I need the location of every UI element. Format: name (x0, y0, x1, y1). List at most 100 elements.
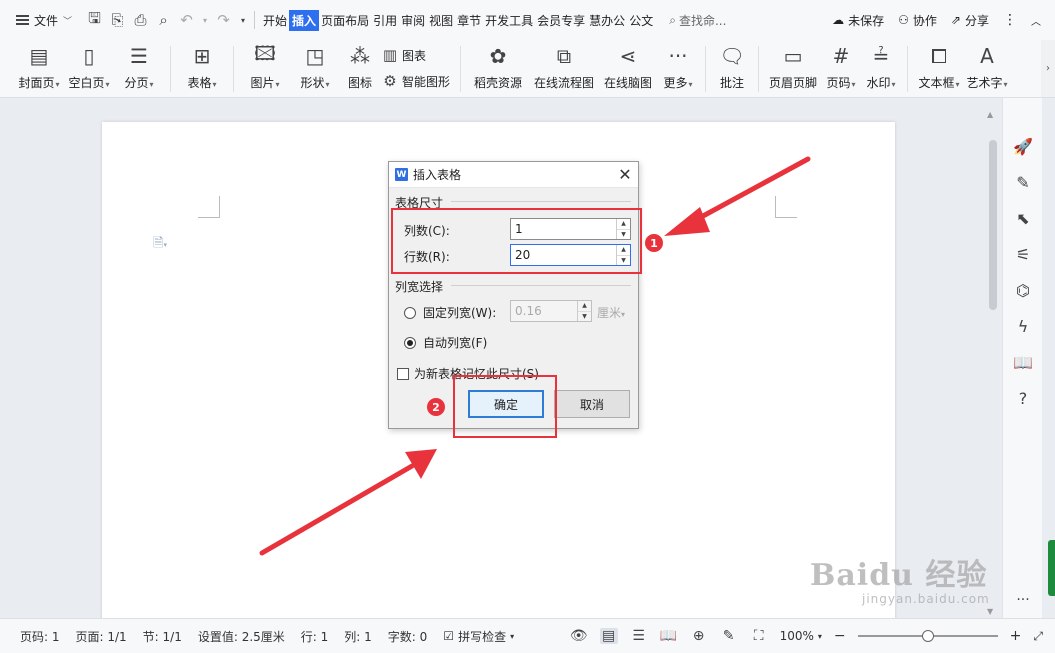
eye-icon[interactable]: 👁 (570, 628, 588, 644)
status-page[interactable]: 页码: 1 (20, 628, 60, 645)
resources-button[interactable]: ✿ 稻壳资源 (469, 40, 527, 91)
spin-up-icon[interactable]: ▲ (578, 301, 591, 311)
tab-official-doc[interactable]: 公文 (627, 10, 655, 31)
comment-button[interactable]: 🗨 批注 (714, 40, 750, 91)
paragraph-options-icon[interactable]: 🗎▾ (153, 234, 167, 256)
flowchart-button[interactable]: ⧉ 在线流程图 (531, 40, 597, 91)
dropdown-caret-icon: ▾ (510, 631, 515, 641)
picture-button[interactable]: 🖾 图片▾ (242, 40, 288, 91)
width-unit-select[interactable]: 厘米▾ (597, 304, 625, 321)
vertical-scrollbar[interactable]: ▲ ▼ (984, 108, 1002, 618)
tab-developer[interactable]: 开发工具 (483, 10, 535, 31)
zoom-in-icon[interactable]: + (1010, 628, 1022, 644)
header-footer-button[interactable]: ▭ 页眉页脚 (767, 40, 819, 91)
undo-icon[interactable]: ↶ (178, 11, 195, 29)
close-icon[interactable]: ✕ (612, 165, 638, 184)
divider (460, 46, 462, 92)
reading-view-icon[interactable]: 📖 (660, 628, 678, 644)
tab-insert[interactable]: 插入 (289, 9, 320, 31)
web-view-icon[interactable]: ⊕ (690, 628, 708, 644)
redo-icon[interactable]: ↷ (215, 11, 232, 29)
lightning-icon[interactable]: ϟ (1003, 308, 1043, 344)
textbox-button[interactable]: ⧠ 文本框▾ (916, 40, 962, 91)
smartart-button[interactable]: ⚙ 智能图形 (382, 72, 450, 90)
cover-page-button[interactable]: ▤ 封面页▾ (16, 40, 62, 91)
outline-view-icon[interactable]: ☰ (630, 628, 648, 644)
more-button[interactable]: ··· 更多▾ (659, 40, 697, 91)
tab-view[interactable]: 视图 (427, 10, 455, 31)
spin-down-icon[interactable]: ▼ (578, 311, 591, 321)
customize-dropdown-icon[interactable]: ▾ (238, 16, 248, 25)
ribbon-scroll-right-icon[interactable]: › (1041, 40, 1055, 97)
blank-page-button[interactable]: ▯ 空白页▾ (66, 40, 112, 91)
fullscreen-icon[interactable]: ⤢ (1033, 629, 1043, 644)
chart-button[interactable]: ▥ 图表 (382, 46, 450, 64)
book-search-icon[interactable]: 📖 (1003, 344, 1043, 380)
tab-references[interactable]: 引用 (371, 10, 399, 31)
zoom-knob[interactable] (921, 630, 934, 642)
watermark-icon: ≟ (872, 44, 890, 68)
page-number-icon: # (832, 44, 850, 68)
print-icon[interactable]: ⎙ (132, 11, 149, 29)
page-number-button[interactable]: # 页码▾ (823, 40, 859, 91)
more-options-icon[interactable]: ⋮ (1003, 12, 1017, 28)
fit-page-icon[interactable]: ⛶ (750, 628, 768, 644)
icon-library-button[interactable]: ⁂ 图标 (342, 40, 378, 91)
undo-dropdown-icon[interactable]: ▾ (201, 16, 209, 25)
status-row[interactable]: 行: 1 (301, 628, 329, 645)
rocket-icon[interactable]: 🚀 (1003, 128, 1043, 164)
fixed-width-radio[interactable]: 固定列宽(W): (404, 304, 496, 321)
scrollbar-thumb[interactable] (989, 140, 997, 310)
cursor-icon[interactable]: ⬉ (1003, 200, 1043, 236)
print-preview-icon[interactable]: ⌕ (155, 11, 172, 29)
shape-icon: ◳ (305, 44, 325, 68)
tab-review[interactable]: 审阅 (399, 10, 427, 31)
share-button[interactable]: ⇗ 分享 (951, 12, 989, 29)
shape-button[interactable]: ◳ 形状▾ (292, 40, 338, 91)
tab-page-layout[interactable]: 页面布局 (319, 10, 371, 31)
mindmap-button[interactable]: ⋖ 在线脑图 (601, 40, 655, 91)
zoom-level[interactable]: 100% (780, 629, 814, 643)
zoom-slider[interactable] (857, 629, 998, 643)
save-icon[interactable]: 🖫 (86, 8, 103, 33)
unsaved-status[interactable]: ☁ 未保存 (832, 12, 884, 29)
status-section[interactable]: 节: 1/1 (143, 628, 182, 645)
side-tab[interactable] (1048, 540, 1055, 596)
share-label: 分享 (964, 13, 989, 28)
command-search[interactable]: ⌕ 查找命... (669, 12, 726, 29)
spell-check-button[interactable]: ☑ 拼写检查 ▾ (443, 628, 514, 645)
margin-corner-top-left (198, 196, 220, 218)
sliders-icon[interactable]: ⚟ (1003, 236, 1043, 272)
file-menu[interactable]: 文件 ﹀ (10, 12, 78, 29)
highlight-box-ok (453, 375, 557, 438)
page-view-icon[interactable]: ▤ (599, 628, 618, 644)
wordart-button[interactable]: A 艺术字▾ (966, 40, 1008, 91)
table-button[interactable]: ⊞ 表格▾ (179, 40, 225, 91)
dropdown-caret-icon[interactable]: ▾ (818, 632, 822, 641)
auto-width-radio[interactable]: 自动列宽(F) (404, 334, 487, 351)
blank-page-icon: ▯ (83, 44, 95, 68)
zoom-out-icon[interactable]: − (834, 628, 846, 644)
pen-icon[interactable]: ✎ (1003, 164, 1043, 200)
cancel-button[interactable]: 取消 (554, 390, 630, 418)
page-break-button[interactable]: ☰ 分页▾ (116, 40, 162, 91)
tab-home[interactable]: 开始 (261, 10, 289, 31)
status-col[interactable]: 列: 1 (344, 628, 372, 645)
tab-member[interactable]: 会员专享 (535, 10, 587, 31)
collab-button[interactable]: ⚇ 协作 (898, 12, 937, 29)
write-mode-icon[interactable]: ✎ (720, 628, 738, 644)
help-icon[interactable]: ? (1003, 380, 1043, 416)
textbox-label: 文本框 (918, 76, 955, 90)
status-setting[interactable]: 设置值: 2.5厘米 (198, 628, 285, 645)
collapse-ribbon-icon[interactable]: ︿ (1031, 13, 1041, 28)
status-words[interactable]: 字数: 0 (388, 628, 428, 645)
tab-smart-office[interactable]: 慧办公 (587, 10, 627, 31)
fixed-width-spinner[interactable]: 0.16 ▲ ▼ (510, 300, 592, 322)
tab-sections[interactable]: 章节 (455, 10, 483, 31)
export-pdf-icon[interactable]: ⎘ (109, 11, 126, 29)
watermark-button[interactable]: ≟ 水印▾ (863, 40, 899, 91)
image-tools-icon[interactable]: ⌬ (1003, 272, 1043, 308)
scroll-up-icon[interactable]: ▲ (987, 110, 993, 119)
status-pages[interactable]: 页面: 1/1 (76, 628, 127, 645)
chevron-down-icon: ﹀ (63, 16, 73, 27)
